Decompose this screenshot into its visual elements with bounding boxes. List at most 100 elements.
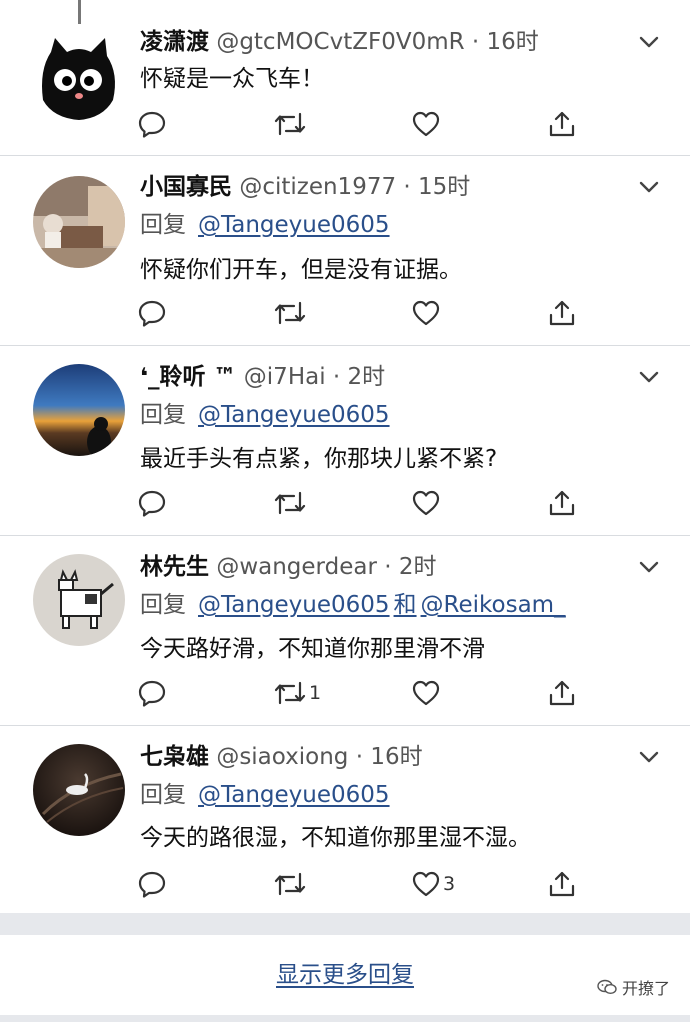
avatar[interactable] — [33, 176, 125, 268]
author-handle[interactable]: @wangerdear — [216, 554, 377, 580]
tweet-text: 最近手头有点紧，你那块儿紧不紧? — [140, 446, 498, 472]
retweet-icon — [274, 112, 306, 136]
separator-dot: · — [384, 554, 392, 580]
tweet-header: 小国寡民 @citizen1977 · 15时 — [140, 172, 470, 202]
reply-label: 回复 — [140, 212, 186, 238]
avatar[interactable] — [33, 30, 125, 122]
like-icon — [412, 111, 440, 137]
reply-to-line: 回复 @Tangeyue0605 — [140, 210, 390, 240]
retweet-icon — [274, 872, 306, 896]
mention-link[interactable]: @Tangeyue0605 — [198, 212, 390, 238]
tweet-header: 凌潇渡 @gtcMOCvtZF0V0mR · 16时 — [140, 27, 539, 57]
mention-link[interactable]: @Reikosam_ — [421, 592, 566, 618]
tweet-item[interactable]: 七枭雄 @siaoxiong · 16时 回复 @Tangeyue0605 今天的… — [0, 726, 690, 913]
chevron-down-icon[interactable] — [638, 746, 660, 768]
tweet-item[interactable]: ❛_聆听 ™ @i7Hai · 2时 回复 @Tangeyue0605 最近手头有… — [0, 346, 690, 536]
separator-dot: · — [332, 364, 341, 390]
like-button[interactable] — [412, 488, 443, 518]
reply-label: 回复 — [140, 782, 186, 808]
mention-link[interactable]: @Tangeyue0605 — [198, 782, 390, 808]
author-handle[interactable]: @i7Hai — [244, 364, 326, 390]
author-name[interactable]: ❛_聆听 ™ — [140, 364, 236, 390]
retweet-button[interactable]: 1 — [274, 678, 321, 708]
action-bar — [138, 109, 588, 139]
tweet-item[interactable]: 小国寡民 @citizen1977 · 15时 回复 @Tangeyue0605 … — [0, 156, 690, 346]
author-name[interactable]: 七枭雄 — [140, 744, 209, 770]
timestamp[interactable]: 16时 — [487, 29, 539, 55]
tweet-text: 怀疑你们开车，但是没有证据。 — [140, 257, 462, 283]
timestamp[interactable]: 15时 — [418, 174, 470, 200]
tweet-item[interactable]: 凌潇渡 @gtcMOCvtZF0V0mR · 16时 怀疑是一众飞车！ — [0, 0, 690, 156]
reply-label: 回复 — [140, 592, 186, 618]
bottom-divider — [0, 1015, 690, 1022]
like-icon — [412, 300, 440, 326]
share-button[interactable] — [548, 298, 576, 328]
action-bar — [138, 298, 588, 328]
timestamp[interactable]: 2时 — [348, 364, 386, 390]
share-icon — [549, 300, 575, 326]
chevron-down-icon[interactable] — [638, 31, 660, 53]
tweet-text: 今天路好滑，不知道你那里滑不滑 — [140, 636, 485, 662]
share-icon — [549, 680, 575, 706]
avatar[interactable] — [33, 364, 125, 456]
retweet-button[interactable] — [274, 869, 309, 899]
reply-button[interactable] — [138, 298, 166, 328]
reply-button[interactable] — [138, 678, 166, 708]
author-handle[interactable]: @gtcMOCvtZF0V0mR — [216, 29, 464, 55]
like-icon — [412, 871, 440, 897]
retweet-icon — [274, 301, 306, 325]
retweet-button[interactable] — [274, 109, 309, 139]
like-icon — [412, 680, 440, 706]
author-name[interactable]: 林先生 — [140, 554, 209, 580]
avatar[interactable] — [33, 554, 125, 646]
share-button[interactable] — [548, 869, 576, 899]
reply-to-line: 回复 @Tangeyue0605 — [140, 400, 390, 430]
like-button[interactable]: 3 — [412, 869, 455, 899]
reply-to-line: 回复 @Tangeyue0605 — [140, 780, 390, 810]
reply-button[interactable] — [138, 869, 166, 899]
reply-icon — [138, 871, 166, 898]
show-more-section: 显示更多回复 开撩了 — [0, 935, 690, 1015]
share-icon — [549, 871, 575, 897]
tweet-header: 林先生 @wangerdear · 2时 — [140, 552, 436, 582]
author-name[interactable]: 小国寡民 — [140, 174, 232, 200]
tweet-header: 七枭雄 @siaoxiong · 16时 — [140, 742, 423, 772]
share-button[interactable] — [548, 678, 576, 708]
timestamp[interactable]: 16时 — [370, 744, 422, 770]
like-icon — [412, 490, 440, 516]
show-more-replies-link[interactable]: 显示更多回复 — [0, 955, 690, 989]
mention-link[interactable]: @Tangeyue0605 — [198, 592, 390, 618]
timestamp[interactable]: 2时 — [399, 554, 437, 580]
separator-dot: · — [355, 744, 364, 770]
author-handle[interactable]: @siaoxiong — [216, 744, 348, 770]
author-handle[interactable]: @citizen1977 — [239, 174, 396, 200]
reply-icon — [138, 300, 166, 327]
chevron-down-icon[interactable] — [638, 556, 660, 578]
mention-join: 和 — [393, 592, 417, 618]
retweet-button[interactable] — [274, 488, 309, 518]
tweet-item[interactable]: 林先生 @wangerdear · 2时 回复 @Tangeyue0605 和 @Re… — [0, 536, 690, 726]
share-button[interactable] — [548, 109, 576, 139]
reply-button[interactable] — [138, 488, 166, 518]
action-bar: 1 — [138, 678, 588, 708]
like-button[interactable] — [412, 109, 443, 139]
separator-dot: · — [403, 174, 411, 200]
retweet-button[interactable] — [274, 298, 309, 328]
avatar[interactable] — [33, 744, 125, 836]
like-button[interactable] — [412, 298, 443, 328]
tweet-header: ❛_聆听 ™ @i7Hai · 2时 — [140, 362, 385, 392]
reply-button[interactable] — [138, 109, 166, 139]
like-button[interactable] — [412, 678, 443, 708]
chevron-down-icon[interactable] — [638, 366, 660, 388]
mention-link[interactable]: @Tangeyue0605 — [198, 402, 390, 428]
share-button[interactable] — [548, 488, 576, 518]
author-name[interactable]: 凌潇渡 — [140, 29, 209, 55]
action-bar: 3 — [138, 869, 588, 899]
action-bar — [138, 488, 588, 518]
wechat-icon — [597, 979, 617, 995]
chevron-down-icon[interactable] — [638, 176, 660, 198]
tweet-text: 今天的路很湿，不知道你那里湿不湿。 — [140, 825, 531, 851]
reply-icon — [138, 490, 166, 517]
like-count: 3 — [443, 873, 456, 895]
reply-icon — [138, 680, 166, 707]
